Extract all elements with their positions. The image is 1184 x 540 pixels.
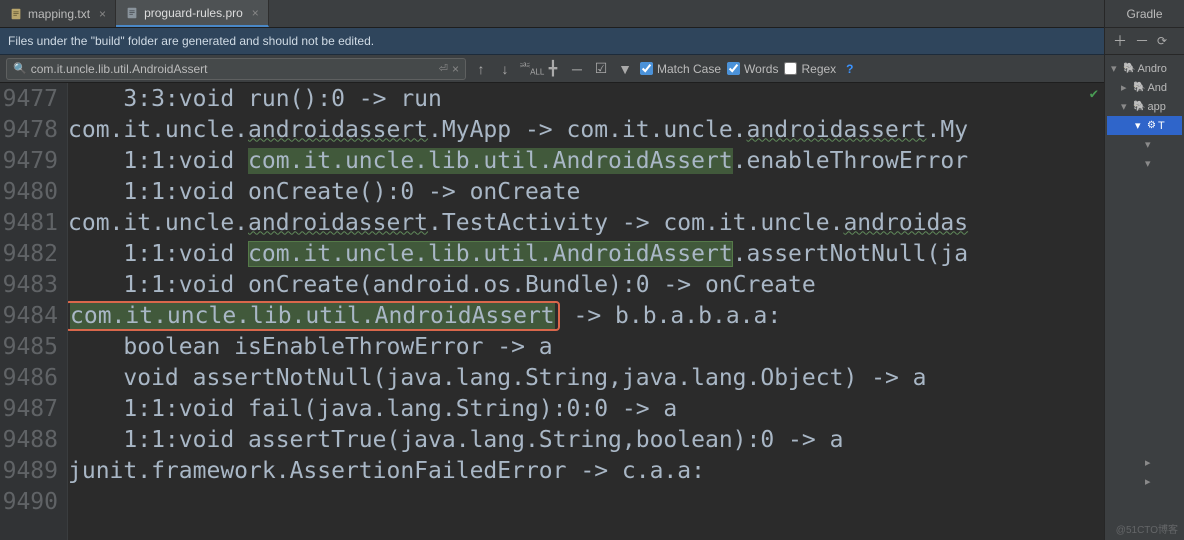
clear-search-icon[interactable]: × <box>452 62 459 76</box>
add-selection-button[interactable]: ╋ <box>544 60 562 77</box>
line-number: 9483 <box>0 272 68 298</box>
line-number: 9480 <box>0 179 68 205</box>
tab-mapping[interactable]: mapping.txt × <box>0 0 116 27</box>
gradle-panel: Gradle ＋ － ⟳ ▾🐘Andro ▸🐘And ▾🐘app ▾⚙T ▾ ▾… <box>1104 0 1184 540</box>
gradle-toolbar: ＋ － ⟳ <box>1105 28 1184 55</box>
line-number: 9482 <box>0 241 68 267</box>
code-line: void assertNotNull(java.lang.String,java… <box>68 365 927 391</box>
line-number: 9478 <box>0 117 68 143</box>
line-number: 9479 <box>0 148 68 174</box>
line-number: 9484 <box>0 303 68 329</box>
file-icon <box>9 7 23 21</box>
remove-selection-button[interactable]: ─ <box>568 61 586 77</box>
line-number: 9488 <box>0 427 68 453</box>
code-line: 1:1:void com.it.uncle.lib.util.AndroidAs… <box>68 148 968 174</box>
readonly-notice: Files under the "build" folder are gener… <box>0 28 1184 55</box>
code-line: 1:1:void fail(java.lang.String):0:0 -> a <box>68 396 677 422</box>
words-label: Words <box>744 62 778 76</box>
tree-node[interactable]: ▸ <box>1107 453 1182 472</box>
regex-checkbox[interactable]: Regex <box>784 62 836 76</box>
prev-occurrence-button[interactable]: ↑ <box>472 61 490 77</box>
watermark: @51CTO博客 <box>1116 521 1178 536</box>
inspection-ok-icon: ✔ <box>1090 86 1098 102</box>
tree-node[interactable]: ▸ <box>1107 472 1182 491</box>
line-number: 9486 <box>0 365 68 391</box>
tree-node[interactable]: ▾ <box>1107 135 1182 154</box>
enter-icon: ⏎ <box>439 62 448 75</box>
filter-button[interactable]: ▼ <box>616 61 634 77</box>
tree-node-selected[interactable]: ▾⚙T <box>1107 116 1182 135</box>
tree-node[interactable]: ▾ <box>1107 154 1182 173</box>
remove-icon[interactable]: － <box>1135 31 1149 51</box>
tab-label: proguard-rules.pro <box>144 6 243 20</box>
help-icon[interactable]: ? <box>846 62 853 76</box>
tab-bar: mapping.txt × proguard-rules.pro × <box>0 0 1184 28</box>
gradle-panel-title[interactable]: Gradle <box>1105 0 1184 28</box>
close-icon[interactable]: × <box>252 6 259 20</box>
line-number: 9477 <box>0 86 68 112</box>
code-line: 1:1:void onCreate():0 -> onCreate <box>68 179 580 205</box>
search-input[interactable] <box>31 62 439 76</box>
tab-label: mapping.txt <box>28 7 90 21</box>
line-number: 9487 <box>0 396 68 422</box>
search-icon: 🔍 <box>13 62 27 75</box>
code-line: 1:1:void onCreate(android.os.Bundle):0 -… <box>68 272 816 298</box>
line-number: 9481 <box>0 210 68 236</box>
editor-area: 9477 3:3:void run():0 -> run 9478com.it.… <box>0 83 1184 540</box>
code-line: boolean isEnableThrowError -> a <box>68 334 553 360</box>
code-line: 1:1:void com.it.uncle.lib.util.AndroidAs… <box>68 241 968 267</box>
match-case-label: Match Case <box>657 62 721 76</box>
code-line: junit.framework.AssertionFailedError -> … <box>68 458 705 484</box>
tree-node[interactable]: ▸🐘And <box>1107 78 1182 97</box>
words-checkbox[interactable]: Words <box>727 62 778 76</box>
code-editor[interactable]: 9477 3:3:void run():0 -> run 9478com.it.… <box>0 83 1184 540</box>
line-number: 9489 <box>0 458 68 484</box>
refresh-icon[interactable]: ⟳ <box>1157 34 1167 48</box>
code-line: com.it.uncle.lib.util.AndroidAssert -> b… <box>68 303 781 329</box>
code-line: 1:1:void assertTrue(java.lang.String,boo… <box>68 427 843 453</box>
code-line: 3:3:void run():0 -> run <box>68 86 442 112</box>
search-input-container: 🔍 ⏎ × <box>6 58 466 80</box>
regex-label: Regex <box>801 62 836 76</box>
line-number: 9485 <box>0 334 68 360</box>
gradle-tree: ▾🐘Andro ▸🐘And ▾🐘app ▾⚙T ▾ ▾ ▸ ▸ <box>1105 55 1184 495</box>
line-number: 9490 <box>0 489 68 515</box>
tree-node[interactable]: ▾🐘app <box>1107 97 1182 116</box>
notice-text: Files under the "build" folder are gener… <box>8 34 374 48</box>
select-all-button[interactable]: ⎃ALL <box>520 60 538 76</box>
next-occurrence-button[interactable]: ↓ <box>496 61 514 77</box>
add-icon[interactable]: ＋ <box>1113 31 1127 51</box>
find-toolbar: 🔍 ⏎ × ↑ ↓ ⎃ALL ╋ ─ ☑ ▼ Match Case Words … <box>0 55 1184 83</box>
tree-node[interactable]: ▾🐘Andro <box>1107 59 1182 78</box>
tab-proguard[interactable]: proguard-rules.pro × <box>116 0 269 27</box>
code-line: com.it.uncle.androidassert.TestActivity … <box>68 210 968 236</box>
file-icon <box>125 6 139 20</box>
match-case-checkbox[interactable]: Match Case <box>640 62 721 76</box>
toggle-selection-button[interactable]: ☑ <box>592 60 610 77</box>
code-line: com.it.uncle.androidassert.MyApp -> com.… <box>68 117 968 143</box>
close-icon[interactable]: × <box>99 7 106 21</box>
